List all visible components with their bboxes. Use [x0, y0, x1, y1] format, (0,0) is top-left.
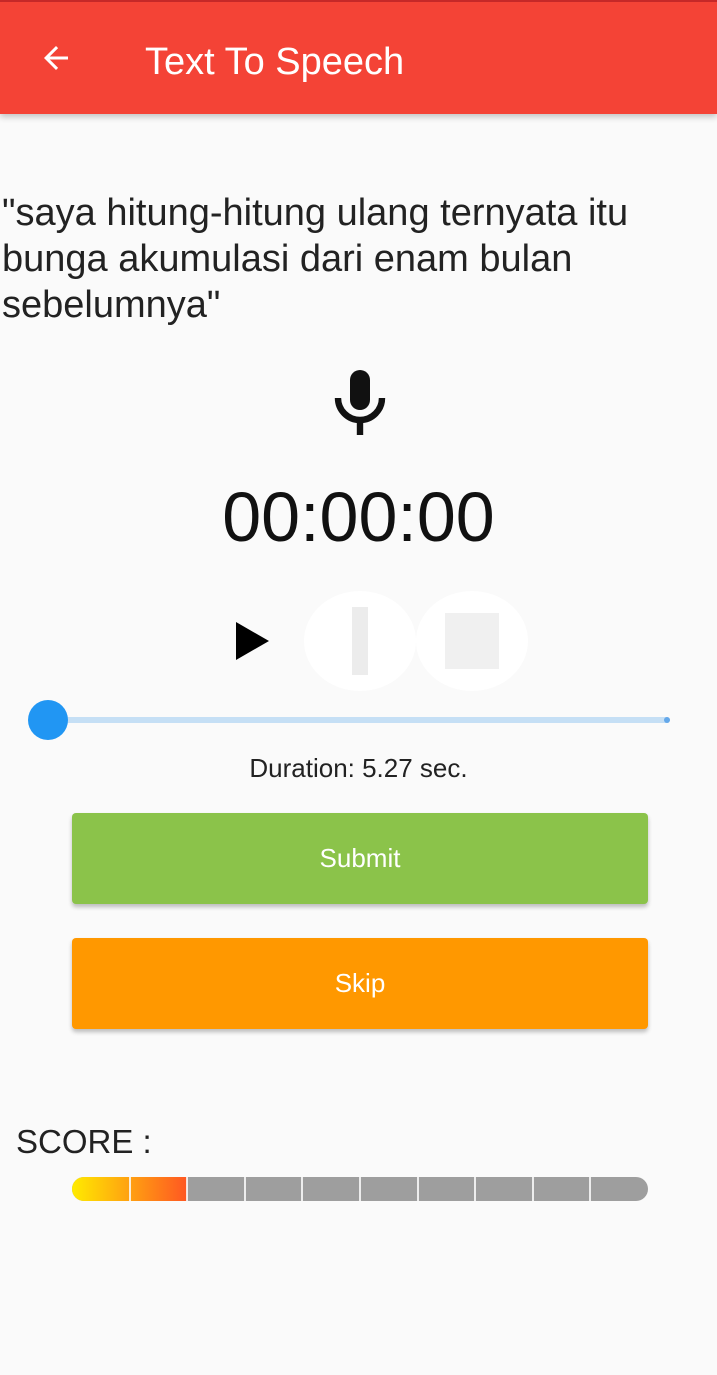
play-icon[interactable] [222, 606, 282, 676]
pause-button[interactable] [304, 591, 416, 691]
pause-icon [352, 607, 368, 675]
app-bar: Text To Speech [0, 0, 717, 114]
score-segment-divider [531, 1177, 534, 1201]
stop-icon [445, 613, 499, 669]
score-bar [72, 1177, 648, 1201]
submit-button[interactable]: Submit [72, 813, 648, 904]
microphone-icon [334, 370, 386, 435]
arrow-back-icon [44, 46, 68, 70]
score-segment-divider [359, 1177, 361, 1201]
page-title: Text To Speech [145, 41, 405, 83]
score-segment-divider [416, 1177, 419, 1201]
score-segment-divider [589, 1177, 592, 1201]
score-segment-divider [128, 1177, 131, 1201]
recording-timer: 00:00:00 [222, 478, 495, 556]
playback-slider[interactable] [26, 698, 672, 742]
score-segment-divider [301, 1177, 304, 1201]
score-segment-divider [474, 1177, 477, 1201]
prompt-sentence: "saya hitung-hitung ulang ternyata itu b… [2, 192, 629, 326]
score-label: SCORE : [16, 1123, 152, 1160]
score-segment-divider [186, 1177, 189, 1201]
slider-thumb[interactable] [28, 700, 68, 740]
slider-track-end [664, 717, 670, 723]
slider-track [48, 717, 670, 723]
score-segment-divider [243, 1177, 246, 1201]
duration-label: Duration: 5.27 sec. [249, 753, 468, 783]
back-button[interactable] [22, 24, 90, 92]
stop-button[interactable] [416, 591, 528, 691]
skip-button[interactable]: Skip [72, 938, 648, 1029]
